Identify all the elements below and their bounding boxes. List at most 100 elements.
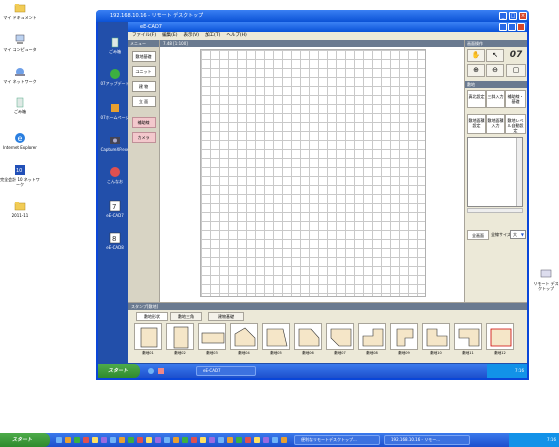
stamp-item[interactable]: 敷地06	[294, 323, 322, 357]
inner-icon-ee-cad8[interactable]: 8 eE-CAD8	[98, 232, 132, 250]
remote-desktop-side-icon[interactable]: リモート デスクトップ	[533, 268, 559, 291]
quicklaunch-icon[interactable]	[218, 437, 224, 443]
inner-icon-recycle-bin[interactable]: ごみ箱	[98, 36, 132, 54]
outer-start-button[interactable]: スタート	[0, 433, 50, 447]
fit-view-icon[interactable]: ▢	[506, 64, 526, 77]
desktop-quicklaunch-icon[interactable]	[158, 368, 164, 374]
desktop-icon-my-network[interactable]: マイ ネットワーク	[0, 66, 40, 84]
stamp-tab-site-triangle[interactable]: 敷地三角	[170, 312, 202, 321]
inner-task-ee-cad7[interactable]: eE-CAD7	[196, 366, 256, 376]
quicklaunch-icon[interactable]	[272, 437, 278, 443]
maximize-button[interactable]: □	[509, 12, 517, 20]
stamp-item[interactable]: 敷地03	[198, 323, 226, 357]
stamp-tab-building-foundation[interactable]: 建物基礎	[208, 312, 244, 321]
listbox-horizontal-scrollbar[interactable]	[467, 208, 523, 213]
quicklaunch-icon[interactable]	[128, 437, 134, 443]
pointer-icon[interactable]: ↖	[486, 49, 504, 62]
stamp-item[interactable]: 敷地09	[390, 323, 418, 357]
stamp-item[interactable]: 敷地01	[134, 323, 162, 357]
quicklaunch-icon[interactable]	[137, 437, 143, 443]
menu-button-unit[interactable]: ユニット	[131, 66, 156, 77]
menu-view[interactable]: 表示(V)	[183, 32, 199, 40]
site-area-setting-button[interactable]: 敷地面積設定	[467, 114, 486, 134]
stamp-tab-site-shape[interactable]: 敷地形状	[136, 312, 168, 321]
tab-true-north[interactable]: 真北設定	[467, 90, 486, 108]
tab-guide-foundation[interactable]: 補助線・基礎	[505, 90, 526, 108]
stamp-item[interactable]: 敷地04	[230, 323, 258, 357]
stamp-item[interactable]: 敷地07	[326, 323, 354, 357]
stamp-item[interactable]: 敷地08	[358, 323, 386, 357]
quicklaunch-icon[interactable]	[155, 437, 161, 443]
line-size-select[interactable]: 大 ▼	[510, 230, 526, 239]
inner-icon-07-homepage[interactable]: 07ホームページ	[98, 102, 132, 120]
outer-task-remote-session[interactable]: 192.168.10.16 - リモー...	[384, 435, 470, 445]
desktop-icon-my-documents[interactable]: マイ ドキュメント	[0, 2, 40, 20]
quicklaunch-icon[interactable]	[191, 437, 197, 443]
quicklaunch-icon[interactable]	[119, 437, 125, 443]
item-listbox[interactable]	[467, 137, 523, 207]
outer-task-remote-desktop-tool[interactable]: 便利なリモートデスクトップ...	[294, 435, 380, 445]
site-area-input-button[interactable]: 敷地面積入力	[486, 114, 505, 134]
quicklaunch-icon[interactable]	[110, 437, 116, 443]
drawing-grid[interactable]	[200, 49, 426, 297]
stamp-item[interactable]: 敷地10	[422, 323, 450, 357]
desktop-icon-my-computer[interactable]: マイ コンピュータ	[0, 34, 40, 52]
menu-help[interactable]: ヘルプ(H)	[226, 32, 246, 40]
quicklaunch-icon[interactable]	[65, 437, 71, 443]
desktop-icon-internet-explorer[interactable]: e Internet Explorer	[0, 132, 40, 150]
app-close-button[interactable]	[517, 23, 525, 31]
listbox-vertical-scrollbar[interactable]	[516, 138, 522, 206]
desktop-icon-folder-2011-11[interactable]: 2011-11	[0, 200, 40, 218]
quicklaunch-icon[interactable]	[92, 437, 98, 443]
hand-icon[interactable]: ✋	[467, 49, 485, 62]
desktop-icon-recycle-bin[interactable]: ごみ箱	[0, 96, 40, 114]
quicklaunch-icon[interactable]	[146, 437, 152, 443]
minimize-button[interactable]: _	[499, 12, 507, 20]
quicklaunch-icon[interactable]	[83, 437, 89, 443]
app-minimize-button[interactable]	[499, 23, 507, 31]
menu-edit[interactable]: 編集(E)	[162, 32, 177, 40]
app-titlebar[interactable]: eE-CAD7	[128, 22, 527, 32]
quicklaunch-icon[interactable]	[209, 437, 215, 443]
quicklaunch-icon[interactable]	[263, 437, 269, 443]
inner-icon-konnao[interactable]: こんなお	[98, 166, 132, 184]
quicklaunch-icon[interactable]	[281, 437, 287, 443]
stamp-item[interactable]: 敷地11	[454, 323, 482, 357]
menu-button-building[interactable]: 建 物	[131, 81, 156, 92]
close-button[interactable]: ×	[519, 12, 527, 20]
app-maximize-button[interactable]	[508, 23, 516, 31]
zoom-out-icon[interactable]: ⊖	[486, 64, 504, 77]
desktop-icon-kanzen-kaikei[interactable]: 10 完全会計 10 ネットワーク	[0, 164, 40, 187]
quicklaunch-icon[interactable]	[254, 437, 260, 443]
menu-button-guide-line[interactable]: 補助線	[131, 117, 156, 128]
quicklaunch-icon[interactable]	[245, 437, 251, 443]
quicklaunch-icon[interactable]	[182, 437, 188, 443]
quicklaunch-icon[interactable]	[164, 437, 170, 443]
tab-triangle-input[interactable]: 三斜入力	[486, 90, 505, 108]
quicklaunch-icon[interactable]	[236, 437, 242, 443]
stamp-item[interactable]: 敷地05	[262, 323, 290, 357]
quicklaunch-icon[interactable]	[74, 437, 80, 443]
remote-window-titlebar[interactable]: 192.168.10.16 - リモート デスクトップ _ □ ×	[96, 10, 529, 22]
inner-icon-ee-cad7[interactable]: 7 eE-CAD7	[98, 200, 132, 218]
full-screen-button[interactable]: 全画面	[467, 230, 489, 240]
stamp-item[interactable]: 敷地02	[166, 323, 194, 357]
inner-icon-07-update[interactable]: 07アップデート	[98, 68, 132, 86]
remote-window-title: 192.168.10.16 - リモート デスクトップ	[110, 13, 204, 19]
zoom-in-icon[interactable]: ⊕	[467, 64, 485, 77]
inner-start-button[interactable]: スタート	[98, 364, 140, 378]
stamp-item[interactable]: 敷地12	[486, 323, 514, 357]
menu-button-site-foundation[interactable]: 敷地基礎	[131, 51, 156, 62]
menu-tool[interactable]: 加工(T)	[205, 32, 220, 40]
menu-file[interactable]: ファイル(F)	[132, 32, 156, 40]
quicklaunch-icon[interactable]	[101, 437, 107, 443]
site-level-auto-button[interactable]: 敷地レベル自動設定	[505, 114, 526, 134]
menu-button-camera[interactable]: カメラ	[131, 132, 156, 143]
quicklaunch-icon[interactable]	[173, 437, 179, 443]
menu-button-elevation[interactable]: 立 面	[131, 96, 156, 107]
quicklaunch-icon[interactable]	[227, 437, 233, 443]
quicklaunch-icon[interactable]	[200, 437, 206, 443]
quicklaunch-icon[interactable]	[56, 437, 62, 443]
inner-icon-capturexp[interactable]: CaptureXP.exe	[98, 134, 132, 152]
ie-quicklaunch-icon[interactable]	[148, 368, 154, 374]
